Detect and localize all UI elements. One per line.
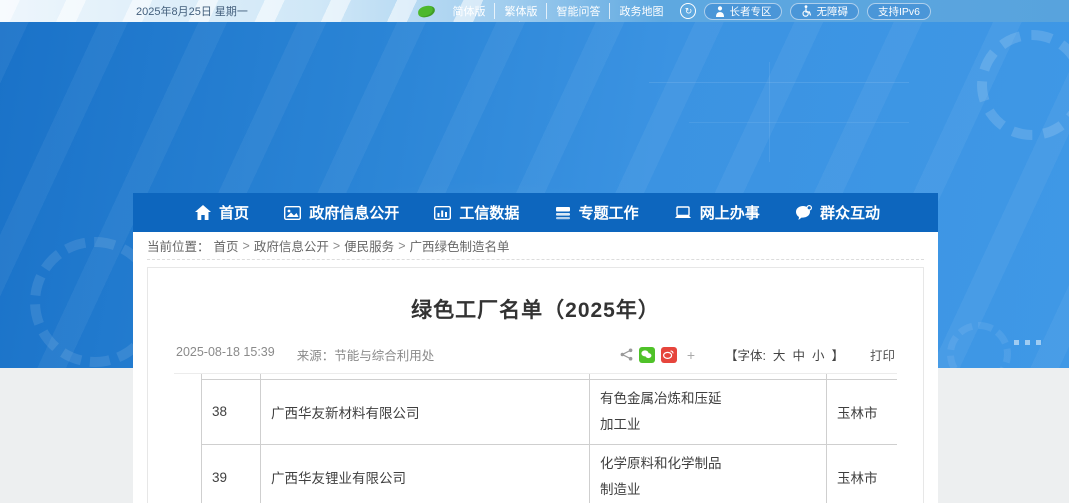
company-cell: 广西华友锂业有限公司 [261, 445, 590, 503]
font-size-suffix: 】 [831, 345, 844, 364]
nav-home-label: 首页 [219, 202, 249, 223]
breadcrumb: 当前位置： 首页 > 政府信息公开 > 便民服务 > 广西绿色制造名单 [147, 232, 924, 260]
chat-bubble-icon [795, 205, 812, 220]
nav-public-interaction-label: 群众互动 [820, 202, 880, 223]
link-smart-qa[interactable]: 智能问答 [547, 3, 610, 19]
breadcrumb-convenient-services[interactable]: 便民服务 [344, 236, 394, 255]
font-size-prefix: 【字体: [725, 345, 766, 364]
nav-special-topics-label: 专题工作 [579, 202, 639, 223]
wheelchair-icon [801, 5, 812, 17]
article-source: 来源：节能与综合利用处 [297, 345, 435, 364]
publish-datetime: 2025-08-18 15:39 [176, 345, 275, 364]
row-number-cell: 39 [202, 445, 261, 503]
print-button[interactable]: 打印 [870, 345, 895, 364]
nav-online-services[interactable]: 网上办事 [674, 202, 760, 223]
article-title: 绿色工厂名单（2025年） [174, 268, 897, 339]
ipv6-label: 支持IPv6 [878, 4, 920, 19]
link-traditional-chinese[interactable]: 繁体版 [495, 3, 547, 19]
article-meta-row: 2025-08-18 15:39 来源：节能与综合利用处 + 【字体: 大 [174, 339, 897, 374]
font-size-small[interactable]: 小 [812, 345, 825, 364]
article-container: 绿色工厂名单（2025年） 2025-08-18 15:39 来源：节能与综合利… [147, 267, 924, 503]
circuit-decoration [649, 62, 949, 182]
share-toolbar: + [620, 347, 699, 363]
industry-cell: 有色金属冶炼和压延 加工业 [590, 379, 827, 445]
green-factory-table-wrap: 38 广西华友新材料有限公司 有色金属冶炼和压延 加工业 玉林市 39 广西华友… [174, 374, 897, 503]
content-panel: 当前位置： 首页 > 政府信息公开 > 便民服务 > 广西绿色制造名单 绿色工厂… [133, 232, 938, 503]
font-size-large[interactable]: 大 [773, 345, 786, 364]
nav-home[interactable]: 首页 [195, 202, 249, 223]
home-icon [195, 205, 211, 220]
weibo-share-icon[interactable] [661, 347, 677, 363]
main-nav: 首页 政府信息公开 工信数据 专题工作 网上办事 群众互动 [133, 193, 938, 232]
nav-gov-info[interactable]: 政府信息公开 [284, 202, 399, 223]
font-size-medium[interactable]: 中 [792, 345, 805, 364]
elderly-zone-label: 长者专区 [729, 4, 771, 19]
nav-industry-data[interactable]: 工信数据 [434, 202, 519, 223]
breadcrumb-separator: > [333, 239, 340, 253]
table-row: 39 广西华友锂业有限公司 化学原料和化学制品 制造业 玉林市 [202, 445, 898, 503]
nav-industry-data-label: 工信数据 [459, 202, 519, 223]
breadcrumb-home[interactable]: 首页 [214, 236, 239, 255]
person-icon [715, 6, 725, 17]
city-cell: 玉林市 [827, 445, 898, 503]
elderly-zone-button[interactable]: 长者专区 [704, 3, 782, 20]
link-gov-map[interactable]: 政务地图 [610, 3, 672, 19]
nav-gov-info-label: 政府信息公开 [309, 202, 399, 223]
breadcrumb-prefix: 当前位置： [147, 236, 210, 255]
stacked-cards-icon [555, 206, 571, 220]
dots-decoration [1014, 340, 1041, 345]
nav-online-services-label: 网上办事 [700, 202, 760, 223]
laptop-icon [674, 206, 692, 220]
breadcrumb-separator: > [243, 239, 250, 253]
font-size-control: 【字体: 大 中 小 】 [725, 345, 844, 364]
wechat-share-icon[interactable] [639, 347, 655, 363]
company-cell: 广西华友新材料有限公司 [261, 379, 590, 445]
top-utility-bar: 2025年8月25日 星期一 简体版 繁体版 智能问答 政务地图 ↻ 长者专区 … [0, 0, 1069, 22]
city-cell: 玉林市 [827, 379, 898, 445]
guangxi-map-icon [418, 4, 436, 17]
current-date: 2025年8月25日 星期一 [136, 3, 248, 19]
row-number-cell: 38 [202, 379, 261, 445]
read-aloud-icon[interactable]: ↻ [680, 3, 696, 19]
breadcrumb-current-page[interactable]: 广西绿色制造名单 [410, 236, 510, 255]
breadcrumb-separator: > [398, 239, 405, 253]
ipv6-badge[interactable]: 支持IPv6 [867, 3, 931, 20]
industry-cell: 化学原料和化学制品 制造业 [590, 445, 827, 503]
picture-icon [284, 206, 301, 220]
breadcrumb-gov-info[interactable]: 政府信息公开 [254, 236, 329, 255]
link-simplified-chinese[interactable]: 简体版 [443, 3, 495, 19]
green-factory-table: 38 广西华友新材料有限公司 有色金属冶炼和压延 加工业 玉林市 39 广西华友… [201, 374, 897, 503]
share-icon[interactable] [620, 348, 633, 361]
data-chart-icon [434, 206, 451, 220]
accessibility-label: 无障碍 [816, 4, 848, 19]
more-share-icon[interactable]: + [683, 347, 699, 363]
accessibility-button[interactable]: 无障碍 [790, 3, 859, 20]
table-row: 38 广西华友新材料有限公司 有色金属冶炼和压延 加工业 玉林市 [202, 379, 898, 445]
nav-public-interaction[interactable]: 群众互动 [795, 202, 880, 223]
nav-special-topics[interactable]: 专题工作 [555, 202, 639, 223]
